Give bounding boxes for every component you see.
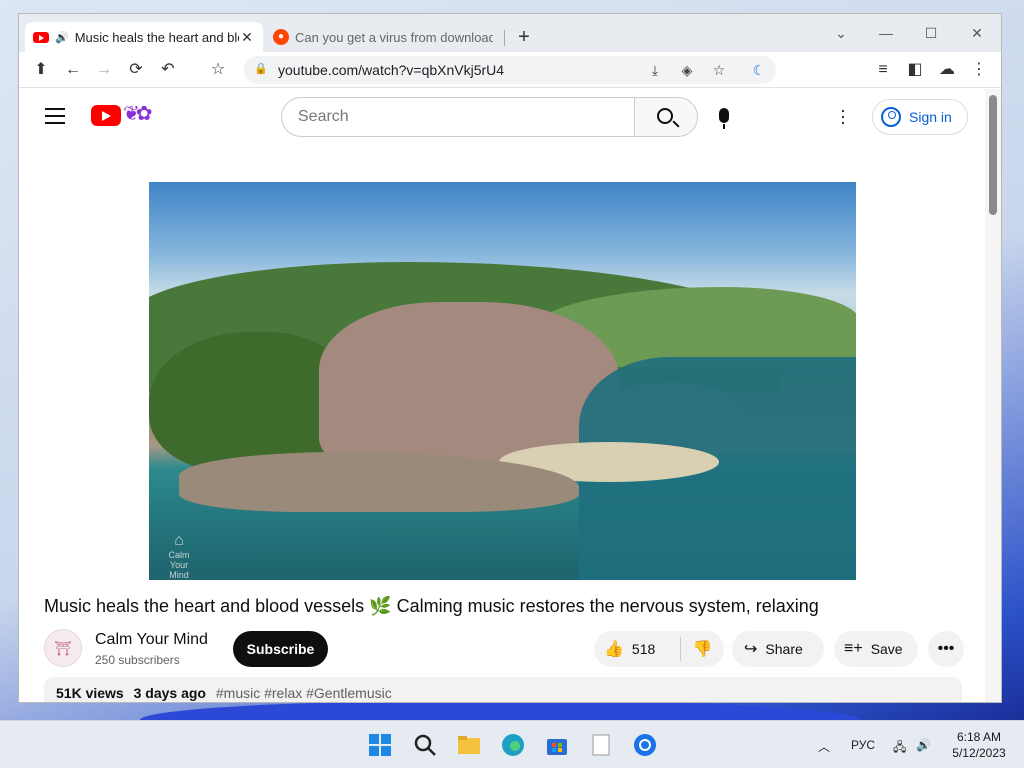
settings-kebab-icon[interactable]: · · ·: [840, 101, 846, 131]
page-scrollbar[interactable]: [985, 89, 1001, 702]
input-language[interactable]: РУС: [851, 738, 875, 752]
account-icon: [881, 107, 901, 127]
tab-reddit[interactable]: ● Can you get a virus from downloading: [265, 22, 501, 52]
video-player[interactable]: ⌂ Calm Your Mind: [149, 182, 856, 580]
youtube-page: ❦✿ ··· Sign in ⌂ Calm Your Mind: [19, 89, 985, 702]
address-url: youtube.com/watch?v=qbXnVkj5rU4: [278, 62, 505, 78]
layers-icon[interactable]: ◈: [676, 59, 698, 81]
show-hidden-icons-chevron[interactable]: ︿: [818, 738, 830, 755]
volume-icon[interactable]: 🔊: [916, 738, 931, 752]
subscribe-button[interactable]: Subscribe: [233, 631, 328, 667]
search-box: [281, 97, 635, 137]
undo-icon[interactable]: ↶: [156, 58, 180, 82]
file-explorer-icon[interactable]: [457, 733, 481, 757]
clock-date: 5/12/2023: [952, 746, 1006, 760]
tab-strip: 🔊 Music heals the heart and bloo ✕ ● Can…: [19, 14, 1001, 52]
microphone-icon[interactable]: [719, 108, 729, 129]
close-window-button[interactable]: ✕: [955, 20, 999, 46]
edge-browser-icon[interactable]: [501, 733, 525, 757]
sign-in-button[interactable]: Sign in: [872, 99, 968, 135]
bookmark-star-icon[interactable]: ☆: [708, 59, 730, 81]
save-label: Save: [870, 641, 903, 657]
dark-mode-moon-icon[interactable]: ☾: [748, 59, 770, 81]
sign-in-label: Sign in: [909, 109, 952, 125]
like-button[interactable]: 👍 518: [594, 637, 681, 661]
thumbs-up-icon: 👍: [604, 641, 624, 658]
video-title: Music heals the heart and blood vessels …: [44, 596, 819, 616]
minimize-button[interactable]: —: [864, 20, 908, 46]
view-count: 51K views: [56, 685, 124, 701]
upload-date: 3 days ago: [133, 685, 206, 701]
share-button[interactable]: ↪ Share: [732, 631, 824, 667]
network-icon[interactable]: 🖧: [893, 738, 906, 759]
notepad-icon[interactable]: [589, 733, 613, 757]
search-input[interactable]: [298, 108, 618, 126]
more-actions-button[interactable]: •••: [928, 631, 964, 667]
playlist-add-icon: ≡+: [844, 640, 863, 657]
search-icon: [657, 108, 673, 124]
cloud-upload-icon[interactable]: ☁: [935, 58, 959, 82]
subscriber-count: 250 subscribers: [95, 653, 180, 667]
channel-avatar[interactable]: ⛩: [44, 629, 82, 667]
install-app-icon[interactable]: ⤓: [644, 59, 666, 81]
close-tab-icon[interactable]: ✕: [239, 29, 255, 46]
maximize-button[interactable]: ☐: [909, 20, 953, 46]
share-arrow-icon: ↪: [744, 641, 758, 658]
reload-icon[interactable]: ⟳: [124, 58, 148, 82]
save-button[interactable]: ≡+ Save: [834, 631, 918, 667]
tab-search-chevron-icon[interactable]: ⌄: [819, 20, 863, 46]
taskbar-search-icon[interactable]: [413, 733, 437, 757]
browser-menu-icon[interactable]: ⋮: [967, 58, 991, 82]
channel-watermark: ⌂ Calm Your Mind: [161, 532, 197, 580]
extension-icon[interactable]: ⬆: [29, 58, 53, 82]
reading-list-icon[interactable]: ≡: [871, 58, 895, 82]
browser-toolbar: ⬆ ← → ⟳ ↶ ☆ 🔒 youtube.com/watch?v=qbXnVk…: [19, 52, 1001, 88]
youtube-doodle-icon[interactable]: ❦✿: [123, 101, 152, 126]
hamburger-menu-icon[interactable]: [45, 108, 65, 124]
taskbar: ︿ РУС 🖧 🔊 6:18 AM 5/12/2023: [0, 720, 1024, 768]
store-icon[interactable]: [545, 733, 569, 757]
dislike-button[interactable]: 👎: [681, 631, 724, 667]
like-count: 518: [631, 641, 656, 657]
watermark-text: Calm Your Mind: [168, 550, 190, 580]
side-panel-icon[interactable]: ◧: [903, 58, 927, 82]
clock-time: 6:18 AM: [956, 730, 1002, 744]
new-tab-button[interactable]: +: [513, 26, 535, 48]
tab-separator: [504, 30, 505, 46]
youtube-favicon: [33, 31, 49, 43]
tab-title: Can you get a virus from downloading: [295, 29, 493, 45]
back-icon[interactable]: ←: [61, 58, 85, 82]
scrollbar-thumb[interactable]: [989, 95, 997, 215]
tab-title: Music heals the heart and bloo: [74, 29, 239, 45]
youtube-logo[interactable]: [91, 105, 121, 126]
channel-name[interactable]: Calm Your Mind: [95, 631, 208, 649]
hashtags[interactable]: #music #relax #Gentlemusic: [216, 685, 392, 701]
start-windows-icon[interactable]: [368, 733, 392, 757]
lock-icon[interactable]: 🔒: [254, 62, 268, 78]
reddit-favicon: ●: [273, 29, 289, 45]
address-bar[interactable]: 🔒 youtube.com/watch?v=qbXnVkj5rU4 ⤓ ◈ ☆ …: [244, 56, 776, 84]
thumbs-down-icon: 👎: [692, 641, 713, 658]
audio-playing-icon[interactable]: 🔊: [55, 31, 69, 44]
share-label: Share: [765, 641, 803, 657]
browser-app-icon[interactable]: [633, 733, 657, 757]
search-button[interactable]: [634, 97, 698, 137]
description-box[interactable]: 51K views 3 days ago #music #relax #Gent…: [44, 677, 962, 702]
tab-youtube[interactable]: 🔊 Music heals the heart and bloo ✕: [25, 22, 263, 52]
bookmark-star-outline-icon[interactable]: ☆: [206, 58, 230, 82]
like-dislike-group: 👍 518 👎: [594, 631, 724, 667]
system-clock[interactable]: 6:18 AM 5/12/2023: [944, 729, 1014, 761]
description-meta: 51K views 3 days ago #music #relax #Gent…: [56, 685, 392, 701]
browser-window: 🔊 Music heals the heart and bloo ✕ ● Can…: [18, 13, 1002, 703]
forward-icon[interactable]: →: [92, 58, 116, 82]
